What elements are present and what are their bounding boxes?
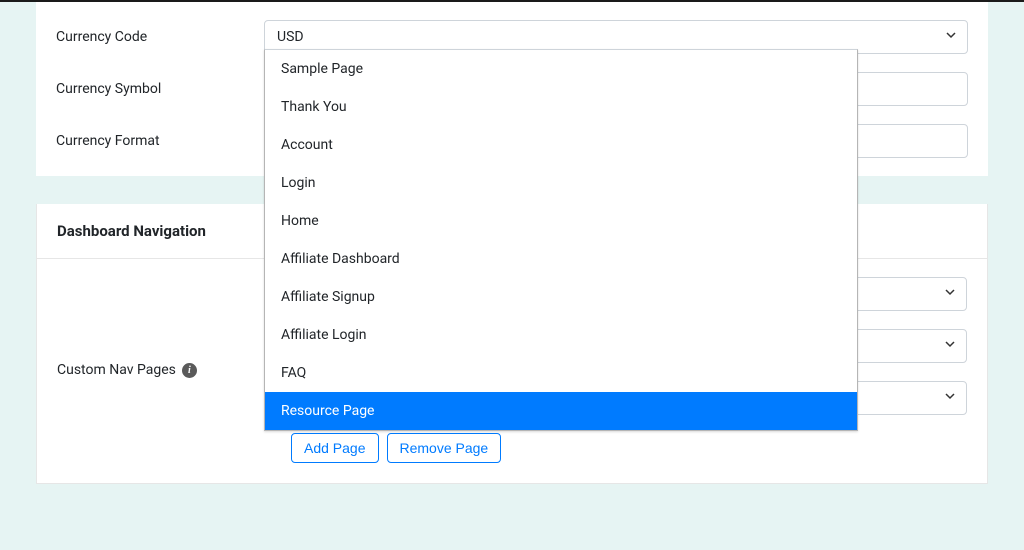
add-page-button[interactable]: Add Page [291, 433, 379, 463]
currency-code-value: USD [277, 29, 304, 45]
info-icon[interactable]: i [182, 363, 197, 378]
dropdown-option[interactable]: Home [265, 202, 857, 240]
chevron-down-icon [944, 338, 956, 354]
chevron-down-icon [944, 390, 956, 406]
dropdown-option[interactable]: Thank You [265, 88, 857, 126]
remove-page-button[interactable]: Remove Page [387, 433, 502, 463]
dropdown-option[interactable]: Account [265, 126, 857, 164]
currency-format-label: Currency Format [36, 133, 264, 149]
chevron-down-icon [945, 29, 957, 45]
dropdown-option[interactable]: FAQ [265, 354, 857, 392]
currency-code-row: Currency Code USD [36, 2, 988, 54]
chevron-down-icon [944, 286, 956, 302]
dropdown-option[interactable]: Resource Page [265, 392, 857, 430]
page-dropdown-menu[interactable]: Sample PageThank YouAccountLoginHomeAffi… [264, 49, 858, 431]
dropdown-option[interactable]: Affiliate Signup [265, 278, 857, 316]
currency-code-label: Currency Code [36, 29, 264, 45]
dropdown-option[interactable]: Affiliate Dashboard [265, 240, 857, 278]
currency-symbol-label: Currency Symbol [36, 81, 264, 97]
dropdown-option[interactable]: Login [265, 164, 857, 202]
dropdown-option[interactable]: Sample Page [265, 50, 857, 88]
dropdown-option[interactable]: Affiliate Login [265, 316, 857, 354]
custom-nav-pages-label: Custom Nav Pages [57, 362, 176, 378]
